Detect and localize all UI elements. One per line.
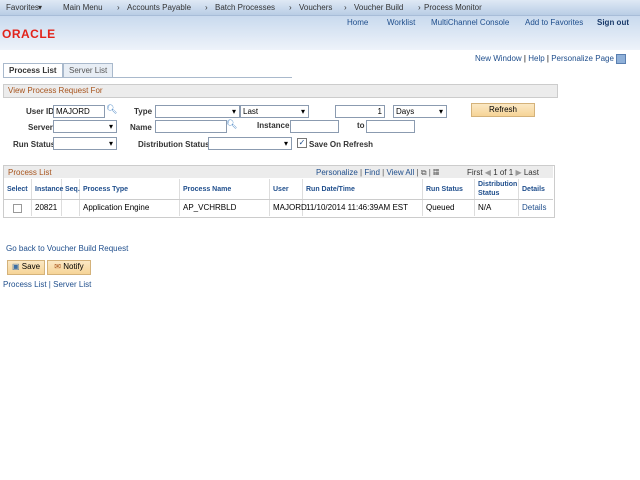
- col-run-datetime: Run Date/Time: [303, 179, 423, 199]
- server-list-link[interactable]: Server List: [53, 280, 91, 289]
- cell-instance: 20821: [32, 200, 62, 216]
- table-row: [4, 200, 32, 216]
- col-select: Select: [4, 179, 32, 199]
- breadcrumb-batch-processes[interactable]: Batch Processes: [215, 3, 275, 12]
- notify-icon: ✉: [54, 262, 61, 271]
- breadcrumb-vouchers[interactable]: Vouchers: [299, 3, 332, 12]
- process-list-link[interactable]: Process List: [3, 280, 47, 289]
- tab-server-list[interactable]: Server List: [63, 63, 114, 77]
- personalize-page-link[interactable]: Personalize Page: [551, 54, 614, 63]
- last-label[interactable]: Last: [524, 168, 539, 177]
- cell-user: MAJORD: [270, 200, 307, 216]
- top-nav: Favorites ▾ Main Menu › Accounts Payable ›…: [0, 0, 640, 16]
- cell-run-status: Queued: [423, 200, 475, 216]
- instance-to-input[interactable]: [366, 120, 415, 133]
- notify-button[interactable]: ✉ Notify: [47, 260, 91, 275]
- col-run-status: Run Status: [423, 179, 475, 199]
- distribution-status-select[interactable]: [208, 137, 292, 150]
- last-select[interactable]: Last: [240, 105, 309, 118]
- unit-select[interactable]: Days: [393, 105, 447, 118]
- cell-seq: [62, 200, 80, 216]
- previous-icon[interactable]: ◀: [485, 168, 491, 177]
- cell-run-datetime: 11/10/2014 11:46:39AM EST: [303, 200, 423, 216]
- worklist-link[interactable]: Worklist: [387, 18, 415, 27]
- to-label: to: [357, 121, 365, 130]
- type-label: Type: [134, 107, 153, 116]
- cell-process-name: AP_VCHRBLD: [180, 200, 270, 216]
- save-on-refresh-checkbox[interactable]: ✓: [297, 138, 307, 148]
- breadcrumb-voucher-build[interactable]: Voucher Build: [354, 3, 403, 12]
- tab-process-list[interactable]: Process List: [3, 63, 63, 77]
- type-select[interactable]: [155, 105, 240, 118]
- save-icon: ▣: [11, 262, 20, 271]
- layout-icon[interactable]: [616, 54, 627, 64]
- user-id-input[interactable]: MAJORD: [53, 105, 105, 118]
- cell-process-type: Application Engine: [80, 200, 180, 216]
- save-button[interactable]: ▣ Save: [7, 260, 45, 275]
- page-bar: New Window | Help | Personalize Page: [475, 54, 627, 64]
- download-icon[interactable]: ▦: [433, 168, 439, 177]
- col-process-name: Process Name: [180, 179, 270, 199]
- col-distribution-status: Distribution Status: [475, 179, 519, 199]
- add-to-favorites-link[interactable]: Add to Favorites: [525, 18, 583, 27]
- user-id-label: User ID: [26, 107, 55, 116]
- breadcrumb-process-monitor: Process Monitor: [424, 3, 482, 12]
- grid-title: Process List: [8, 168, 52, 177]
- refresh-button[interactable]: Refresh: [471, 103, 535, 117]
- name-input[interactable]: [155, 120, 227, 133]
- view-all-link[interactable]: View All: [386, 168, 414, 177]
- server-select[interactable]: [53, 120, 117, 133]
- next-icon[interactable]: ▶: [515, 168, 521, 177]
- breadcrumb-accounts-payable[interactable]: Accounts Payable: [127, 3, 191, 12]
- chevron-down-icon[interactable]: ▾: [38, 3, 42, 12]
- sign-out-link[interactable]: Sign out: [597, 18, 629, 27]
- col-process-type: Process Type: [80, 179, 180, 199]
- help-link[interactable]: Help: [528, 54, 544, 63]
- personalize-link[interactable]: Personalize: [316, 168, 358, 177]
- first-label[interactable]: First: [467, 168, 483, 177]
- run-status-label: Run Status: [13, 140, 56, 149]
- breadcrumb-main-menu[interactable]: Main Menu: [63, 3, 103, 12]
- details-link[interactable]: Details: [519, 200, 553, 216]
- oracle-logo: ORACLE: [2, 27, 56, 41]
- instance-label: Instance: [257, 121, 290, 130]
- instance-from-input[interactable]: [290, 120, 339, 133]
- cell-distribution-status: N/A: [475, 200, 519, 216]
- col-seq: Seq.: [62, 179, 80, 199]
- page-count: 1 of 1: [493, 168, 514, 177]
- row-select-checkbox[interactable]: [13, 204, 22, 213]
- new-window-link[interactable]: New Window: [475, 54, 522, 63]
- col-details: Details: [522, 185, 545, 193]
- find-link[interactable]: Find: [364, 168, 380, 177]
- col-instance: Instance: [32, 179, 63, 199]
- zoom-grid-icon[interactable]: ⧉: [421, 168, 427, 177]
- server-label: Server: [28, 123, 53, 132]
- favorites-menu[interactable]: Favorites: [6, 3, 39, 12]
- lookup-icon[interactable]: 🔍︎: [106, 104, 117, 115]
- home-link[interactable]: Home: [347, 18, 368, 27]
- save-on-refresh-label: Save On Refresh: [309, 140, 374, 149]
- col-user: User: [270, 179, 303, 199]
- name-label: Name: [130, 123, 152, 132]
- run-status-select[interactable]: [53, 137, 117, 150]
- count-input[interactable]: 1: [335, 105, 385, 118]
- tab-divider: [3, 77, 292, 78]
- filter-section-title: View Process Request For: [3, 84, 558, 98]
- lookup-icon[interactable]: 🔍︎: [226, 119, 237, 130]
- distribution-status-label: Distribution Status: [138, 140, 210, 149]
- go-back-link[interactable]: Go back to Voucher Build Request: [6, 244, 128, 253]
- multichannel-console-link[interactable]: MultiChannel Console: [431, 18, 509, 27]
